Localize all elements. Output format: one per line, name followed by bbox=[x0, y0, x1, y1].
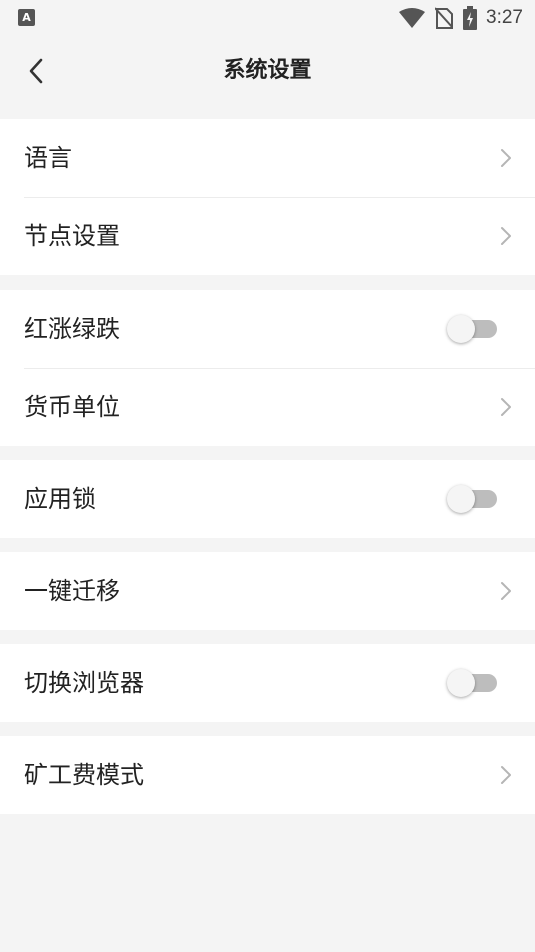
row-label: 一键迁移 bbox=[24, 577, 120, 605]
battery-charging-icon bbox=[463, 6, 478, 30]
settings-group-browser: 切换浏览器 bbox=[0, 644, 535, 722]
row-label: 语言 bbox=[24, 144, 72, 172]
toggle-knob bbox=[447, 315, 475, 343]
settings-group-display: 红涨绿跌 货币单位 bbox=[0, 290, 535, 446]
chevron-right-icon bbox=[501, 766, 511, 784]
toggle-knob bbox=[447, 485, 475, 513]
settings-row-color-scheme: 红涨绿跌 bbox=[0, 290, 535, 368]
row-label: 应用锁 bbox=[24, 485, 96, 513]
row-label: 节点设置 bbox=[24, 222, 120, 250]
app-lock-toggle[interactable] bbox=[447, 485, 497, 513]
settings-group-security: 应用锁 bbox=[0, 460, 535, 538]
page-title: 系统设置 bbox=[223, 58, 312, 83]
settings-row-switch-browser: 切换浏览器 bbox=[0, 644, 535, 722]
row-label: 切换浏览器 bbox=[24, 669, 144, 697]
no-sim-icon bbox=[435, 7, 454, 29]
settings-row-language[interactable]: 语言 bbox=[0, 119, 535, 197]
status-icons: 3:27 bbox=[399, 6, 523, 30]
nav-bar: 系统设置 bbox=[0, 38, 535, 104]
wifi-icon bbox=[399, 8, 426, 28]
notification-app-icon: A bbox=[18, 9, 35, 26]
settings-row-currency[interactable]: 货币单位 bbox=[0, 368, 535, 446]
toggle-knob bbox=[447, 669, 475, 697]
row-label: 矿工费模式 bbox=[24, 761, 144, 789]
row-label: 红涨绿跌 bbox=[24, 315, 120, 343]
settings-row-app-lock: 应用锁 bbox=[0, 460, 535, 538]
settings-group-fee: 矿工费模式 bbox=[0, 736, 535, 814]
settings-row-fee-mode[interactable]: 矿工费模式 bbox=[0, 736, 535, 814]
row-label: 货币单位 bbox=[24, 393, 120, 421]
color-scheme-toggle[interactable] bbox=[447, 315, 497, 343]
chevron-left-icon bbox=[29, 58, 43, 84]
back-button[interactable] bbox=[18, 52, 54, 90]
chevron-right-icon bbox=[501, 582, 511, 600]
settings-row-migrate[interactable]: 一键迁移 bbox=[0, 552, 535, 630]
settings-group-migration: 一键迁移 bbox=[0, 552, 535, 630]
status-bar: A 3:27 bbox=[0, 0, 535, 38]
settings-group-general: 语言 节点设置 bbox=[0, 119, 535, 275]
chevron-right-icon bbox=[501, 398, 511, 416]
chevron-right-icon bbox=[501, 227, 511, 245]
switch-browser-toggle[interactable] bbox=[447, 669, 497, 697]
clock-time: 3:27 bbox=[486, 7, 523, 28]
chevron-right-icon bbox=[501, 149, 511, 167]
settings-row-node[interactable]: 节点设置 bbox=[0, 197, 535, 275]
